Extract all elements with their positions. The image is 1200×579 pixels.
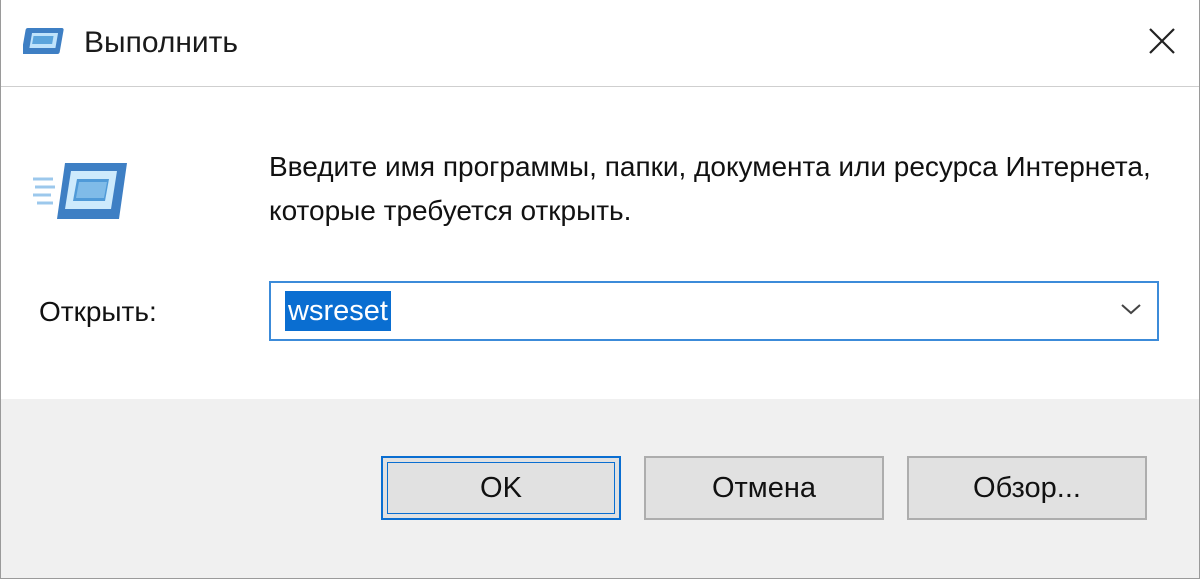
close-icon — [1147, 26, 1177, 61]
window-title: Выполнить — [84, 26, 239, 59]
dropdown-button[interactable] — [1109, 289, 1153, 333]
browse-button-label: Обзор... — [973, 471, 1081, 504]
ok-button[interactable]: OK — [381, 456, 621, 520]
open-combobox[interactable]: wsreset — [269, 281, 1159, 341]
close-button[interactable] — [1125, 0, 1199, 86]
chevron-down-icon — [1120, 302, 1142, 321]
run-dialog: Выполнить Введите имя программы, папки, … — [0, 0, 1200, 579]
instruction-text: Введите имя программы, папки, документа … — [269, 151, 1151, 226]
dialog-body: Введите имя программы, папки, документа … — [1, 87, 1199, 399]
title-bar[interactable]: Выполнить — [1, 0, 1199, 87]
cancel-button[interactable]: Отмена — [644, 456, 884, 520]
browse-button[interactable]: Обзор... — [907, 456, 1147, 520]
open-label: Открыть: — [39, 296, 157, 327]
run-icon — [21, 22, 69, 58]
open-input[interactable]: wsreset — [285, 291, 391, 331]
run-icon — [31, 159, 131, 223]
cancel-button-label: Отмена — [711, 471, 817, 504]
focus-ring — [387, 462, 615, 514]
button-bar: OK Отмена Обзор... — [1, 399, 1199, 578]
